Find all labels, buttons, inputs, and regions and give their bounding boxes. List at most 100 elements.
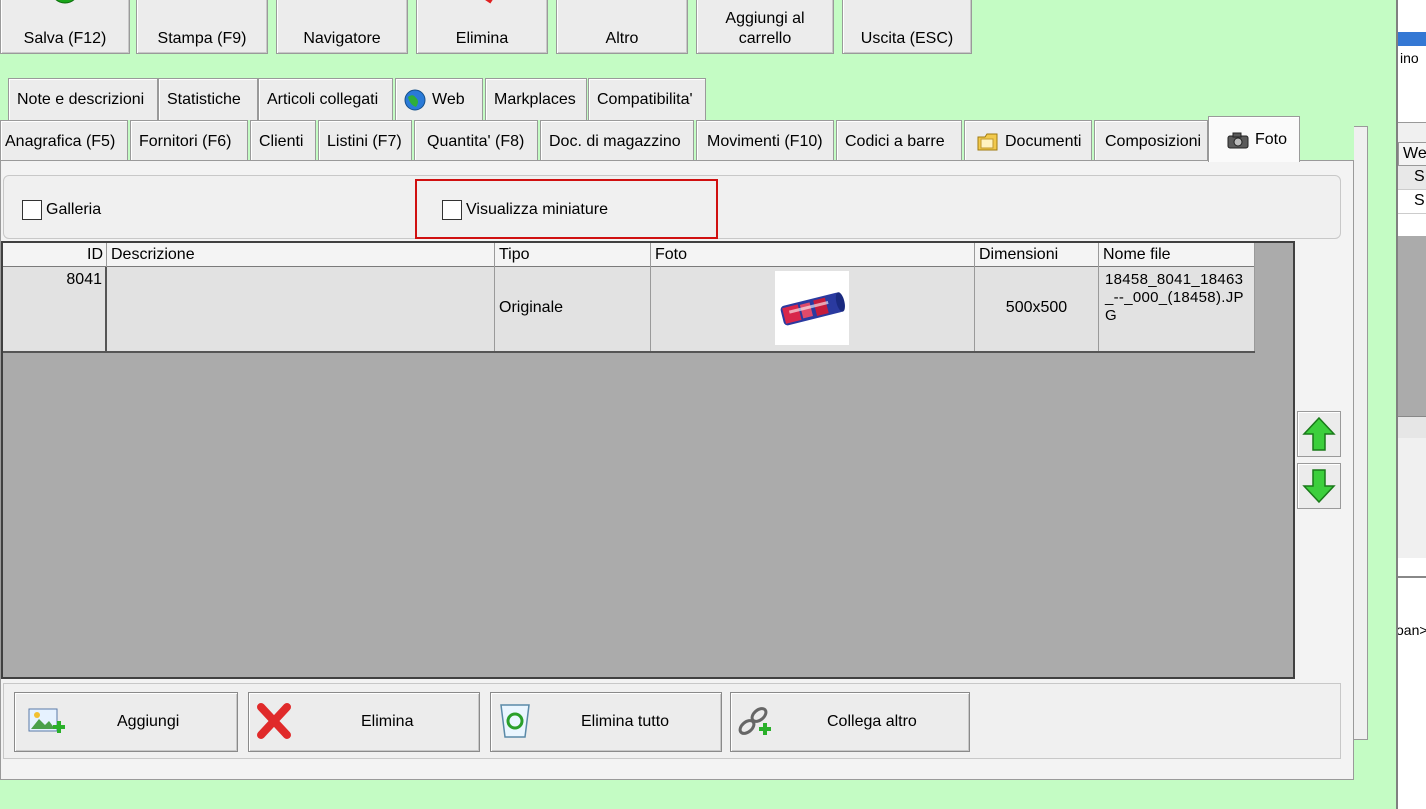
tab-label: Fornitori (F6)	[139, 132, 232, 150]
print-button[interactable]: Stampa (F9)	[136, 0, 268, 54]
tab-articoli-collegati[interactable]: Articoli collegati	[258, 78, 393, 120]
product-thumbnail[interactable]	[775, 271, 849, 345]
tab-doc-magazzino[interactable]: Doc. di magazzino	[540, 120, 694, 162]
compass-icon	[312, 0, 372, 13]
add-image-icon	[28, 708, 65, 733]
add-photo-button[interactable]: Aggiungi	[14, 692, 238, 752]
photo-grid[interactable]: ID Descrizione Tipo Foto Dimensioni Nome…	[1, 241, 1295, 679]
exit-button[interactable]: Uscita (ESC)	[842, 0, 972, 54]
tab-clienti[interactable]: Clienti	[250, 120, 316, 162]
tab-quantita[interactable]: Quantita' (F8)	[414, 120, 538, 162]
cell-foto	[651, 267, 975, 351]
col-tipo[interactable]: Tipo	[495, 243, 651, 267]
tab-label: Statistiche	[167, 90, 241, 108]
print-button-label: Stampa (F9)	[157, 30, 247, 47]
tab-label: Clienti	[259, 132, 304, 150]
tab-label: Articoli collegati	[267, 90, 379, 108]
more-button-label: Altro	[605, 30, 639, 47]
side-window-text-bottom: oan>	[1396, 622, 1426, 638]
recycle-bin-icon	[500, 704, 530, 738]
move-down-button[interactable]	[1297, 463, 1341, 509]
tab-statistiche[interactable]: Statistiche	[158, 78, 258, 120]
folder-icon	[977, 133, 998, 150]
foto-panel: Galleria Visualizza miniature ID Descriz…	[0, 160, 1354, 780]
navigator-button-label: Navigatore	[303, 30, 381, 47]
product-image-icon	[780, 292, 845, 326]
tab-label: Documenti	[1005, 132, 1082, 150]
tab-composizioni[interactable]: Composizioni	[1094, 120, 1208, 162]
delete-all-button[interactable]: Elimina tutto	[490, 692, 722, 752]
tab-listini[interactable]: Listini (F7)	[318, 120, 412, 162]
navigator-button[interactable]: Navigatore	[276, 0, 408, 54]
side-window-panel	[1398, 438, 1426, 558]
table-row[interactable]: 8041 Originale 500x500 18458_8041_18463_…	[3, 267, 1255, 353]
tab-label: Foto	[1255, 130, 1288, 148]
camera-icon	[1227, 132, 1249, 148]
side-window: ino We S S oan>	[1396, 0, 1426, 809]
delete-photo-label: Elimina	[361, 713, 414, 730]
tab-fornitori[interactable]: Fornitori (F6)	[130, 120, 248, 162]
tab-foto[interactable]: Foto	[1208, 116, 1300, 162]
delete-x-icon	[485, 0, 493, 4]
tab-label: Movimenti (F10)	[707, 132, 823, 150]
side-window-text: ino	[1400, 50, 1419, 66]
arrow-down-icon	[1302, 469, 1336, 504]
side-window-divider	[1398, 122, 1426, 142]
highlight-frame	[415, 179, 718, 239]
tab-documenti[interactable]: Documenti	[964, 120, 1092, 162]
col-dimensioni[interactable]: Dimensioni	[975, 243, 1099, 267]
delete-toolbar-label: Elimina	[455, 30, 509, 47]
tab-anagrafica[interactable]: Anagrafica (F5)	[0, 120, 128, 162]
cell-id: 8041	[3, 267, 107, 351]
tab-label: Listini (F7)	[327, 132, 402, 150]
galleria-checkbox[interactable]: Galleria	[22, 200, 101, 220]
more-button[interactable]: Altro	[556, 0, 688, 54]
col-nome-file[interactable]: Nome file	[1099, 243, 1255, 267]
arrow-up-icon	[1302, 416, 1336, 451]
side-window-empty-area	[1398, 236, 1426, 416]
galleria-label: Galleria	[46, 201, 102, 218]
tab-label: Doc. di magazzino	[549, 132, 681, 150]
tab-label: Web	[432, 90, 465, 108]
delete-all-label: Elimina tutto	[581, 713, 670, 730]
add-to-cart-label: Aggiungi al carrello	[725, 10, 805, 47]
cell-descrizione	[107, 267, 495, 351]
side-window-header: We	[1398, 142, 1426, 166]
link-other-label: Collega altro	[827, 713, 917, 730]
tab-codici-barre[interactable]: Codici a barre	[836, 120, 962, 162]
tab-note-descrizioni[interactable]: Note e descrizioni	[8, 78, 158, 120]
side-window-separator	[1398, 576, 1426, 578]
save-button-label: Salva (F12)	[23, 30, 107, 47]
save-button[interactable]: Salva (F12)	[0, 0, 130, 54]
move-up-button[interactable]	[1297, 411, 1341, 457]
save-icon	[55, 0, 75, 4]
cell-dimensioni: 500x500	[975, 267, 1099, 351]
col-id[interactable]: ID	[3, 243, 107, 267]
tab-label: Composizioni	[1105, 132, 1202, 150]
tab-page-shadow	[1354, 126, 1368, 740]
col-descrizione[interactable]: Descrizione	[107, 243, 495, 267]
delete-toolbar-button[interactable]: Elimina	[416, 0, 548, 54]
side-window-scrollbar[interactable]	[1398, 416, 1426, 438]
side-window-selection	[1398, 32, 1426, 46]
actions-bar: Aggiungi Elimina Elimina tutto Collega a…	[3, 683, 1341, 759]
tab-compatibilita[interactable]: Compatibilita'	[588, 78, 706, 120]
galleria-checkbox-box[interactable]	[22, 200, 42, 220]
add-to-cart-button[interactable]: Aggiungi al carrello	[696, 0, 834, 54]
link-other-button[interactable]: Collega altro	[730, 692, 970, 752]
side-window-row-1: S	[1398, 166, 1426, 190]
tab-markplaces[interactable]: Markplaces	[485, 78, 587, 120]
tab-label: Quantita' (F8)	[427, 132, 525, 150]
printer-icon	[172, 0, 232, 13]
exit-button-label: Uscita (ESC)	[860, 30, 954, 47]
side-window-row-2: S	[1398, 190, 1426, 214]
exit-icon	[877, 0, 937, 13]
tab-web[interactable]: Web	[395, 78, 483, 120]
tab-label: Markplaces	[494, 90, 576, 108]
col-foto[interactable]: Foto	[651, 243, 975, 267]
delete-photo-button[interactable]: Elimina	[248, 692, 480, 752]
globe-icon	[404, 89, 426, 110]
cell-tipo: Originale	[495, 267, 651, 351]
tab-label: Note e descrizioni	[17, 90, 145, 108]
tab-movimenti[interactable]: Movimenti (F10)	[696, 120, 834, 162]
